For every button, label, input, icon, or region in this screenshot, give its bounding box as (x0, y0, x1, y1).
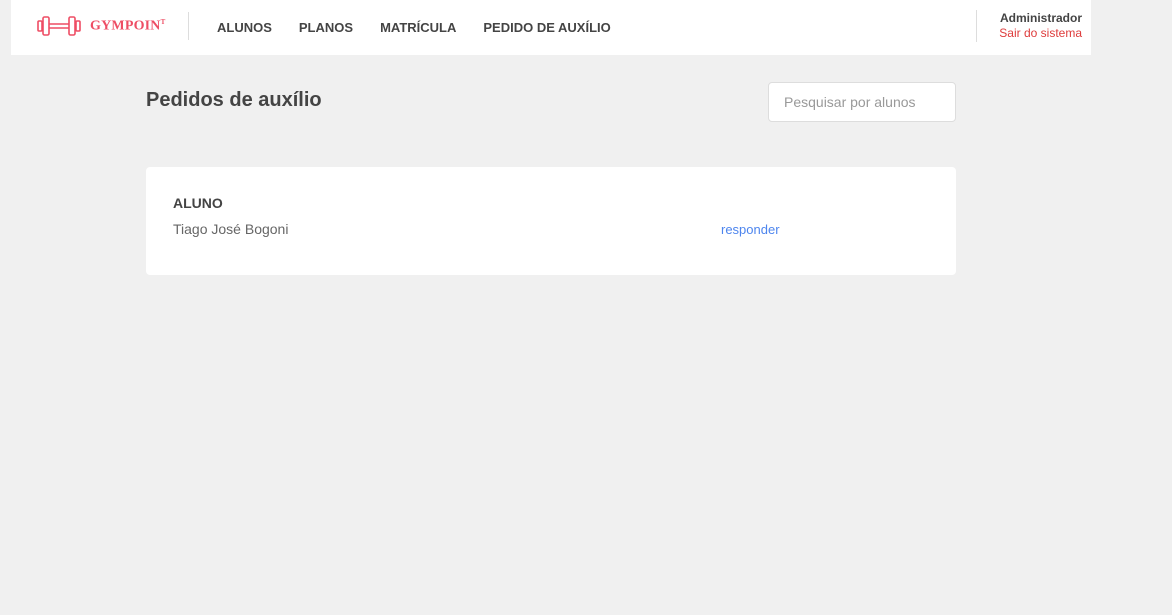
page-title: Pedidos de auxílio (146, 89, 322, 111)
nav-item-alunos[interactable]: ALUNOS (217, 20, 272, 35)
user-profile: Administrador Sair do sistema (999, 11, 1082, 41)
main-nav: ALUNOS PLANOS MATRÍCULA PEDIDO DE AUXÍLI… (217, 0, 638, 55)
user-name: Administrador (999, 11, 1082, 25)
nav-item-matricula[interactable]: MATRÍCULA (380, 20, 456, 35)
dumbbell-icon (37, 16, 81, 36)
header-divider (188, 12, 189, 40)
logout-link[interactable]: Sair do sistema (999, 26, 1082, 41)
answer-button[interactable]: responder (721, 222, 780, 237)
nav-item-planos[interactable]: PLANOS (299, 20, 353, 35)
profile-divider (976, 10, 977, 42)
student-name: Tiago José Bogoni (173, 221, 289, 237)
column-header-aluno: ALUNO (173, 195, 223, 211)
help-requests-table: ALUNO Tiago José Bogoni responder (146, 167, 956, 275)
top-header: GYMPOINT ALUNOS PLANOS MATRÍCULA PEDIDO … (11, 0, 1091, 55)
brand-name: GYMPOINT (90, 17, 166, 34)
logo[interactable]: GYMPOINT (37, 14, 166, 38)
search-input[interactable] (768, 82, 956, 122)
nav-item-pedido-de-auxilio[interactable]: PEDIDO DE AUXÍLIO (483, 20, 610, 35)
